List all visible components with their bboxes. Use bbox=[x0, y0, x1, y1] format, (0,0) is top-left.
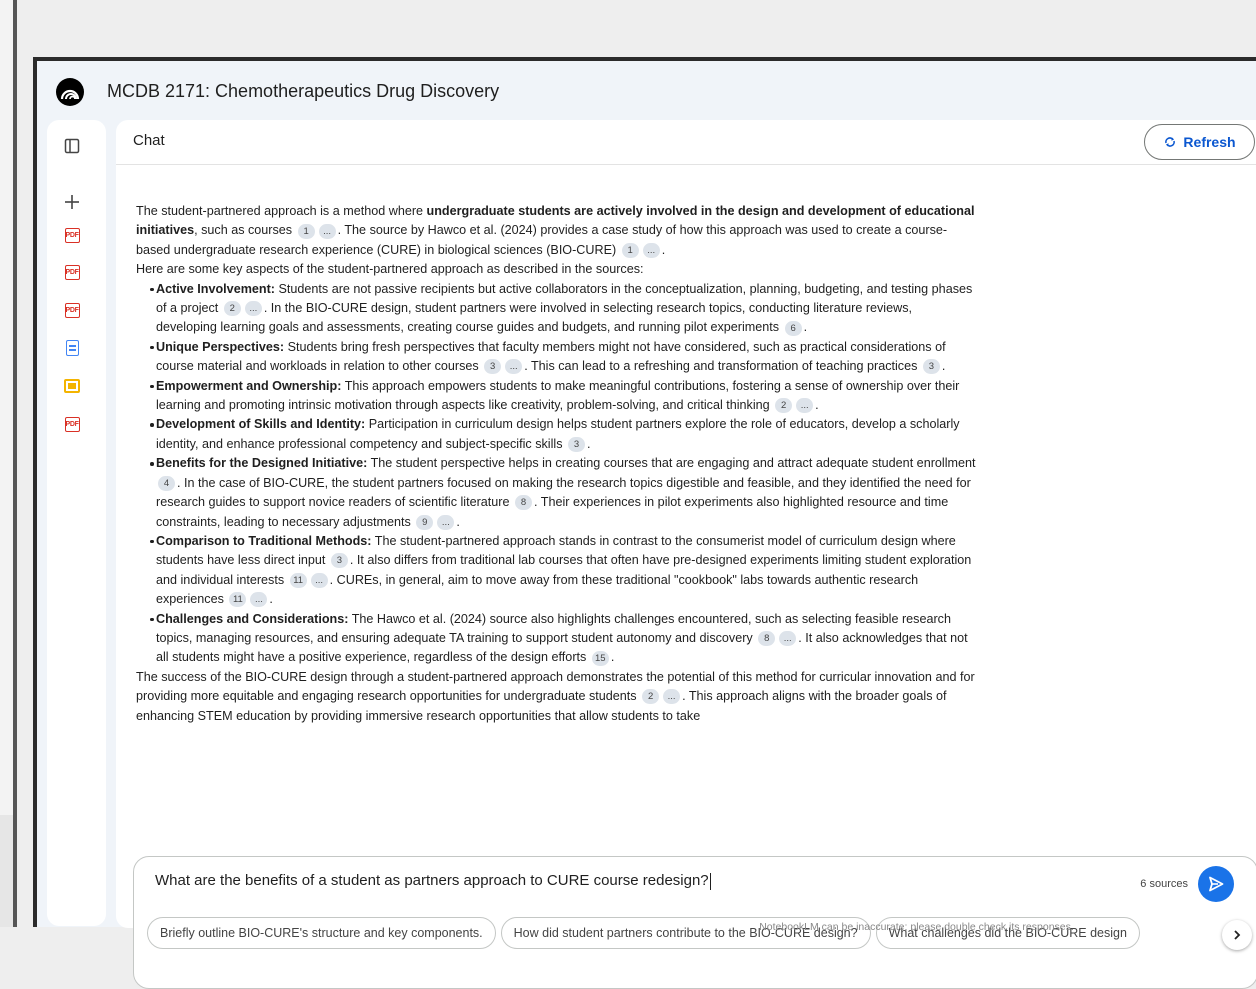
list-item: Unique Perspectives: Students bring fres… bbox=[150, 338, 976, 377]
source-slides-icon[interactable] bbox=[62, 376, 82, 396]
list-item: Development of Skills and Identity: Part… bbox=[150, 415, 976, 454]
chat-panel: Chat Refresh The student-partnered appro… bbox=[116, 120, 1256, 989]
citation-chip[interactable]: 3 bbox=[484, 359, 502, 375]
citation-chip[interactable]: 6 bbox=[784, 320, 802, 336]
citation-chip[interactable]: 2 bbox=[775, 398, 793, 414]
citation-chip[interactable]: 8 bbox=[515, 495, 533, 511]
citation-more-chip[interactable]: ... bbox=[437, 514, 455, 530]
citation-more-chip[interactable]: ... bbox=[250, 592, 268, 608]
response-conclusion: The success of the BIO-CURE design throu… bbox=[136, 669, 975, 723]
list-item: Challenges and Considerations: The Hawco… bbox=[150, 610, 976, 668]
citation-chip[interactable]: 3 bbox=[568, 437, 585, 453]
refresh-button[interactable]: Refresh bbox=[1144, 124, 1255, 160]
citation-chip[interactable]: 1 bbox=[297, 223, 315, 239]
citation-chip[interactable]: 11 bbox=[229, 592, 247, 608]
text-caret bbox=[709, 872, 711, 890]
query-input[interactable]: What are the benefits of a student as pa… bbox=[155, 872, 711, 890]
citation-more-chip[interactable]: ... bbox=[318, 223, 336, 239]
response-lead: Here are some key aspects of the student… bbox=[136, 262, 644, 277]
notebook-title: MCDB 2171: Chemotherapeutics Drug Discov… bbox=[107, 81, 500, 101]
citation-chip[interactable]: 1 bbox=[621, 242, 639, 258]
top-bar: MCDB 2171: Chemotherapeutics Drug Discov… bbox=[37, 61, 1256, 119]
panel-toggle-icon[interactable] bbox=[62, 136, 82, 156]
citation-more-chip[interactable]: ... bbox=[779, 631, 797, 647]
citation-chip[interactable]: 9 bbox=[416, 514, 434, 530]
citation-more-chip[interactable]: ... bbox=[505, 359, 523, 375]
response-intro: The student-partnered approach is a meth… bbox=[136, 204, 975, 258]
citation-chip[interactable]: 15 bbox=[591, 650, 609, 666]
citation-more-chip[interactable]: ... bbox=[796, 398, 814, 414]
aspects-list: Active Involvement: Students are not pas… bbox=[136, 280, 976, 668]
chat-title: Chat bbox=[133, 132, 165, 149]
citation-more-chip[interactable]: ... bbox=[642, 242, 660, 258]
citation-chip[interactable]: 2 bbox=[223, 301, 241, 317]
source-doc-icon[interactable] bbox=[62, 338, 82, 358]
accuracy-disclaimer: NotebookLM can be inaccurate; please dou… bbox=[759, 921, 1074, 933]
background-window-lower bbox=[0, 815, 13, 927]
notebooklm-logo-icon[interactable] bbox=[56, 78, 84, 106]
citation-more-chip[interactable]: ... bbox=[663, 689, 681, 705]
notebooklm-window: MCDB 2171: Chemotherapeutics Drug Discov… bbox=[33, 57, 1256, 989]
sources-sidebar: PDF PDF PDF PDF bbox=[47, 120, 106, 926]
citation-more-chip[interactable]: ... bbox=[310, 572, 328, 588]
citation-chip[interactable]: 3 bbox=[330, 553, 348, 569]
citation-more-chip[interactable]: ... bbox=[244, 301, 262, 317]
chat-response: The student-partnered approach is a meth… bbox=[136, 202, 976, 726]
refresh-label: Refresh bbox=[1183, 134, 1236, 150]
citation-chip[interactable]: 3 bbox=[922, 359, 940, 375]
source-pdf-icon[interactable]: PDF bbox=[62, 300, 82, 320]
list-item: Comparison to Traditional Methods: The s… bbox=[150, 532, 976, 610]
chat-header: Chat Refresh bbox=[116, 120, 1256, 165]
background-window-edge bbox=[0, 0, 17, 927]
send-button[interactable] bbox=[1198, 866, 1234, 902]
source-pdf-icon[interactable]: PDF bbox=[62, 414, 82, 434]
refresh-icon bbox=[1165, 137, 1176, 147]
list-item: Empowerment and Ownership: This approach… bbox=[150, 377, 976, 416]
send-icon bbox=[1209, 876, 1224, 892]
citation-chip[interactable]: 11 bbox=[289, 572, 307, 588]
source-pdf-icon[interactable]: PDF bbox=[62, 225, 82, 245]
source-pdf-icon[interactable]: PDF bbox=[62, 262, 82, 282]
citation-chip[interactable]: 4 bbox=[158, 475, 175, 491]
add-source-icon[interactable] bbox=[62, 192, 82, 212]
sources-count: 6 sources bbox=[1140, 878, 1188, 890]
citation-chip[interactable]: 8 bbox=[758, 631, 776, 647]
citation-chip[interactable]: 2 bbox=[642, 689, 660, 705]
list-item: Benefits for the Designed Initiative: Th… bbox=[150, 454, 976, 532]
list-item: Active Involvement: Students are not pas… bbox=[150, 280, 976, 338]
